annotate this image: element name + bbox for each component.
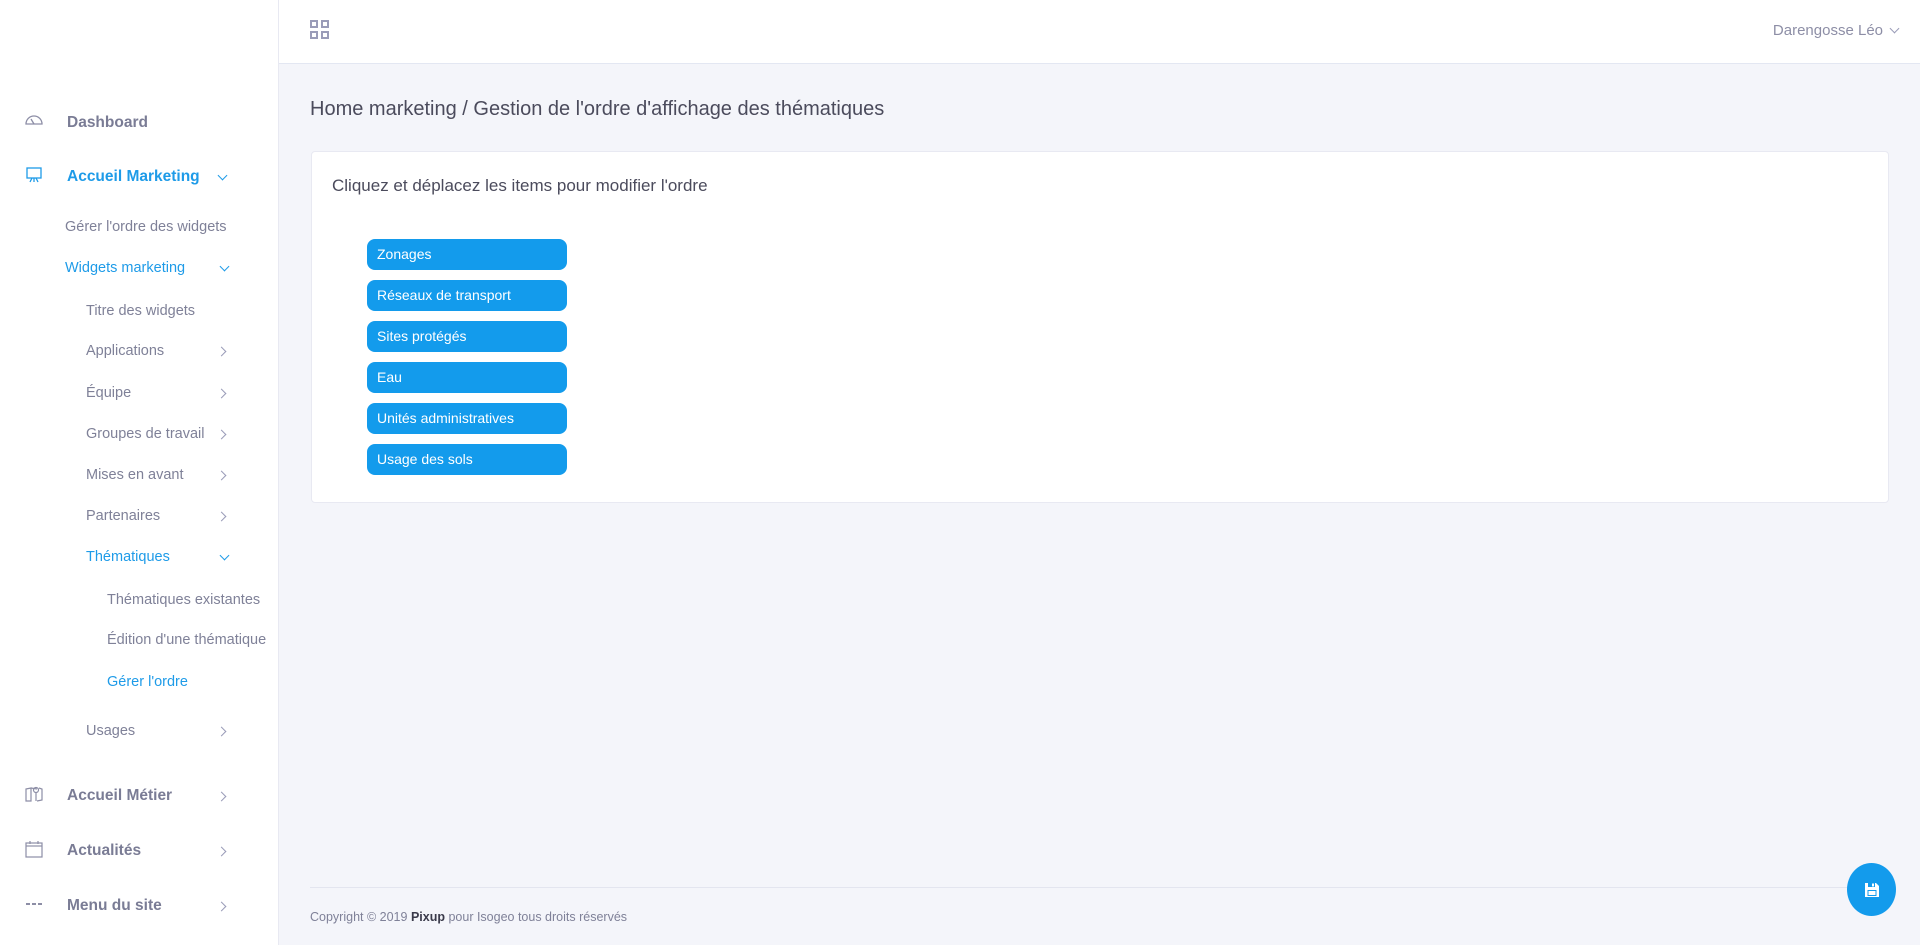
chevron-right-icon: [216, 726, 227, 736]
sortable-item[interactable]: Sites protégés: [367, 321, 567, 352]
sidebar: Dashboard Accueil Marketing Gérer l'ordr…: [0, 0, 279, 945]
sidebar-item-accueil-metier[interactable]: Accueil Métier: [25, 786, 227, 805]
save-button[interactable]: [1847, 863, 1896, 916]
sidebar-item-label: Équipe: [86, 385, 132, 401]
sidebar-item-actualites[interactable]: Actualités: [25, 841, 227, 860]
sidebar-item-label: Gérer l'ordre des widgets: [65, 219, 227, 235]
sidebar-item-label: Édition d'une thématique: [107, 632, 267, 648]
sidebar-item-label: Partenaires: [86, 508, 161, 524]
sidebar-item-label: Thématiques: [86, 549, 170, 565]
footer-copyright: Copyright © 2019: [310, 910, 411, 924]
footer: Copyright © 2019 Pixup pour Isogeo tous …: [310, 910, 627, 924]
presentation-board-icon: [26, 167, 42, 183]
sidebar-item-label: Usages: [86, 723, 136, 739]
sortable-item[interactable]: Réseaux de transport: [367, 280, 567, 311]
chevron-right-icon: [216, 388, 227, 398]
card-title: Cliquez et déplacez les items pour modif…: [332, 176, 708, 195]
sidebar-item-thematiques-existantes[interactable]: Thématiques existantes: [107, 592, 260, 608]
chevron-right-icon: [216, 791, 227, 801]
sidebar-item-label: Menu du site: [67, 897, 162, 914]
user-name: Darengosse Léo: [1772, 22, 1883, 39]
sidebar-item-label: Widgets marketing: [65, 260, 186, 276]
chevron-down-icon: [219, 261, 230, 271]
chevron-down-icon: [217, 170, 228, 180]
menu-dots-icon: [26, 903, 42, 905]
sidebar-item-edition-thematique[interactable]: Édition d'une thématique: [107, 632, 266, 648]
sidebar-item-label: Titre des widgets: [86, 303, 196, 319]
sidebar-item-label: Thématiques existantes: [107, 592, 261, 608]
breadcrumb: Home marketing / Gestion de l'ordre d'af…: [310, 98, 885, 120]
sidebar-item-menu-du-site[interactable]: Menu du site: [26, 897, 227, 915]
map-pin-icon: [25, 786, 43, 802]
chevron-right-icon: [216, 429, 227, 439]
sidebar-item-applications[interactable]: Applications: [86, 343, 227, 359]
sidebar-item-equipe[interactable]: Équipe: [86, 385, 227, 401]
sidebar-item-partenaires[interactable]: Partenaires: [86, 508, 227, 524]
sidebar-item-thematiques[interactable]: Thématiques: [86, 549, 230, 565]
chevron-down-icon: [1889, 23, 1900, 34]
sidebar-item-label: Accueil Métier: [67, 787, 173, 804]
user-menu[interactable]: Darengosse Léo: [1772, 22, 1900, 39]
sidebar-item-label: Gérer l'ordre: [107, 674, 188, 690]
sidebar-item-dashboard[interactable]: Dashboard: [25, 114, 148, 132]
sidebar-item-label: Mises en avant: [86, 467, 184, 483]
chevron-right-icon: [216, 511, 227, 521]
chevron-down-icon: [219, 550, 230, 560]
sidebar-item-label: Accueil Marketing: [67, 168, 200, 185]
sidebar-item-label: Dashboard: [67, 114, 148, 131]
sidebar-item-label: Actualités: [67, 842, 142, 859]
sidebar-item-gerer-ordre[interactable]: Gérer l'ordre: [107, 674, 188, 690]
sortable-item[interactable]: Zonages: [367, 239, 567, 270]
sidebar-item-usages[interactable]: Usages: [86, 723, 227, 739]
sortable-item[interactable]: Eau: [367, 362, 567, 393]
chevron-right-icon: [216, 470, 227, 480]
sidebar-item-mises-en-avant[interactable]: Mises en avant: [86, 467, 227, 483]
chevron-right-icon: [216, 901, 227, 911]
dashboard-gauge-icon: [25, 115, 43, 125]
chevron-right-icon: [216, 346, 227, 356]
sidebar-item-accueil-marketing[interactable]: Accueil Marketing: [26, 167, 228, 186]
apps-grid-icon[interactable]: [310, 20, 329, 39]
footer-divider: [310, 887, 1889, 888]
sidebar-item-label: Groupes de travail: [86, 426, 205, 442]
sidebar-item-groupes-travail[interactable]: Groupes de travail: [86, 426, 227, 442]
chevron-right-icon: [216, 846, 227, 856]
sidebar-item-label: Applications: [86, 343, 165, 359]
top-header: Darengosse Léo: [279, 0, 1920, 64]
sidebar-item-widgets-marketing[interactable]: Widgets marketing: [65, 260, 230, 276]
footer-brand: Pixup: [410, 910, 445, 924]
sortable-card: Cliquez et déplacez les items pour modif…: [311, 151, 1889, 503]
sidebar-item-titre-widgets[interactable]: Titre des widgets: [86, 303, 195, 319]
sortable-item[interactable]: Unités administratives: [367, 403, 567, 434]
floppy-disk-icon: [1864, 882, 1879, 897]
sidebar-item-gerer-ordre-widgets[interactable]: Gérer l'ordre des widgets: [65, 219, 227, 235]
sortable-item[interactable]: Usage des sols: [367, 444, 567, 475]
calendar-icon: [25, 841, 43, 858]
footer-suffix: pour Isogeo tous droits réservés: [444, 910, 628, 924]
